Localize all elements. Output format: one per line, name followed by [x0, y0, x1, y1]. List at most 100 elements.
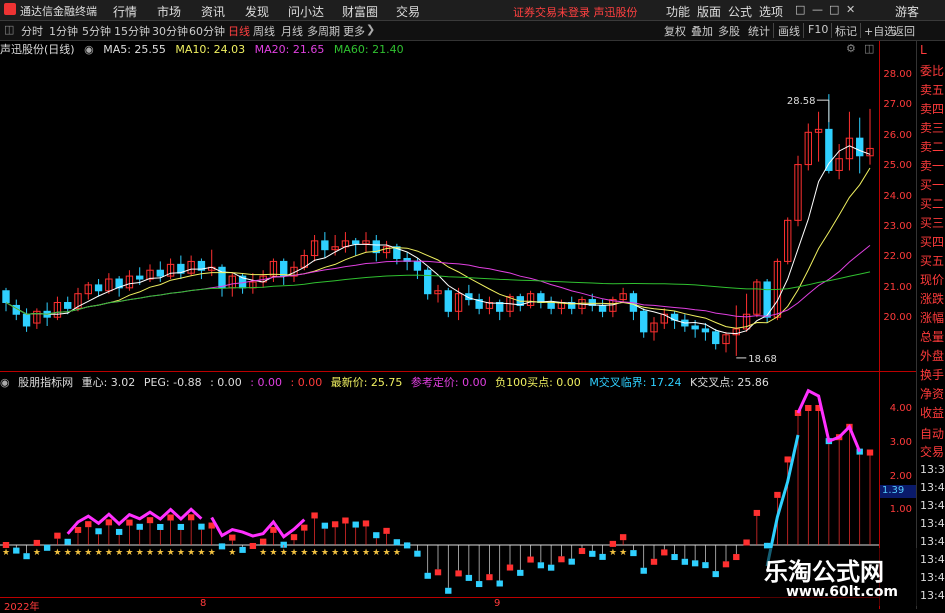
candle-body	[701, 328, 710, 333]
panel-collapse-label[interactable]: L	[920, 43, 927, 57]
ind-star: ★	[156, 548, 164, 558]
ind-block	[95, 528, 102, 535]
ind-block	[465, 574, 473, 581]
ind-block	[157, 523, 164, 530]
settings-circle-icon[interactable]: ◉	[84, 43, 94, 56]
tick-time: 13:40	[920, 481, 945, 494]
low-price-label: 18.68	[748, 354, 777, 365]
candle-body	[424, 269, 432, 295]
ind-star: ★	[341, 548, 349, 558]
ind-star: ★	[136, 548, 144, 558]
price-tick: 23.00	[883, 221, 912, 232]
pane-menu-icon[interactable]: ◫	[864, 42, 874, 55]
ind-block	[558, 556, 565, 563]
pane-divider[interactable]	[0, 371, 916, 372]
ind-tick: 3.00	[889, 437, 912, 448]
price-tick: 26.00	[883, 130, 912, 141]
ma10-value: MA10: 24.03	[175, 43, 246, 56]
ind-star: ★	[311, 548, 319, 558]
label-change-pct: 涨幅	[920, 311, 945, 325]
guest-label[interactable]: 游客	[895, 3, 919, 20]
indicator-legend: ◉ 股朋指标网 重心: 3.02 PEG: -0.88 : 0.00 : 0.0…	[0, 374, 774, 389]
ind-block	[218, 543, 226, 550]
ind-star: ★	[619, 548, 627, 558]
ind-block	[455, 570, 462, 577]
label-earnings: 收益	[920, 406, 945, 420]
ind-value-m-cross: M交叉临界: 17.24	[589, 376, 682, 389]
ind-block	[527, 556, 534, 563]
ind-star: ★	[146, 548, 154, 558]
ind-block	[85, 521, 92, 528]
candle-body	[537, 293, 545, 304]
tick-time: 13:40	[920, 517, 945, 530]
price-tick: 22.00	[883, 251, 912, 262]
label-ask3: 卖三	[920, 121, 945, 135]
indicator-settings-icon[interactable]: ◉	[0, 376, 10, 389]
label-ask1: 卖一	[920, 159, 945, 173]
date-tick: 8	[200, 598, 207, 609]
ind-block	[774, 491, 781, 498]
kline-chart[interactable]: 28.5818.68★ ★ ★ ★ ★ ★ ★ ★ ★ ★ ★ ★ ★ ★ ★ ★ ★ ★ ★ ★ ★ ★ ★ ★ ★ ★ ★ ★ ★ ★…	[0, 0, 879, 609]
ind-star: ★	[74, 548, 82, 558]
candle-body	[136, 275, 144, 280]
ind-current-value: 1.39	[880, 485, 916, 498]
label-bid1: 买一	[920, 178, 945, 192]
ind-value-center: 重心: 3.02	[81, 376, 136, 389]
ind-block	[866, 449, 874, 456]
tick-time: 13:40	[920, 499, 945, 512]
ind-block	[239, 546, 246, 553]
price-tick: 21.00	[883, 282, 912, 293]
quote-side-panel: L 委比 卖五 卖四 卖三 卖二 卖一 买一 买二 买三 买四 买五 现价 涨跌…	[916, 41, 945, 609]
ind-block	[424, 572, 431, 579]
candle-body	[22, 313, 31, 327]
label-ask2: 卖二	[920, 140, 945, 154]
label-trade[interactable]: 交易	[920, 443, 944, 460]
settings-gear-icon[interactable]: ⚙	[846, 42, 856, 55]
ind-tick: 1.00	[889, 504, 912, 515]
price-tick: 27.00	[883, 99, 912, 110]
ind-block	[568, 558, 575, 565]
label-auto[interactable]: 自动	[920, 425, 944, 442]
label-volume: 总量	[920, 330, 945, 344]
indicator-name[interactable]: 股朋指标网	[18, 376, 73, 389]
ind-star: ★	[290, 548, 298, 558]
ma20-line	[5, 245, 871, 318]
date-tick: 2022年	[4, 602, 40, 613]
candle-body	[856, 137, 864, 157]
ind-block	[619, 534, 627, 541]
ma20-value: MA20: 21.65	[254, 43, 325, 56]
ind-block	[373, 532, 380, 539]
candle-body	[94, 284, 103, 292]
ind-block	[331, 521, 339, 528]
ind-star: ★	[300, 548, 308, 558]
ind-block	[290, 534, 298, 541]
ind-block	[578, 548, 586, 555]
ind-star: ★	[84, 548, 92, 558]
watermark-url: www.60lt.com	[786, 584, 899, 600]
ind-block	[105, 519, 113, 526]
ind-block	[136, 523, 143, 530]
ind-value-ref: 参考定价: 0.00	[410, 376, 487, 389]
date-axis: 2022年 8 9	[0, 597, 879, 613]
ind-magenta-curve-3	[796, 388, 862, 453]
price-tick: 24.00	[883, 191, 912, 202]
ind-block	[115, 528, 123, 535]
date-tick: 9	[494, 598, 501, 609]
tick-time: 13:42	[920, 589, 945, 602]
ind-value-buy: 负100买点: 0.00	[495, 376, 581, 389]
ind-star: ★	[105, 548, 113, 558]
ind-block	[445, 587, 452, 594]
ind-block	[362, 520, 370, 527]
ind-block	[74, 526, 82, 533]
ma5-line	[5, 145, 871, 335]
ind-block	[301, 524, 308, 531]
ind-star: ★	[208, 548, 216, 558]
label-ask5: 卖五	[920, 83, 945, 97]
ind-value-b: : 0.00	[250, 376, 282, 389]
tick-time: 13:41	[920, 571, 945, 584]
ind-block	[496, 580, 503, 587]
ind-star: ★	[362, 548, 370, 558]
btn-back[interactable]: 返回	[893, 23, 915, 39]
candle-body	[64, 302, 72, 309]
price-tick: 20.00	[883, 312, 912, 323]
